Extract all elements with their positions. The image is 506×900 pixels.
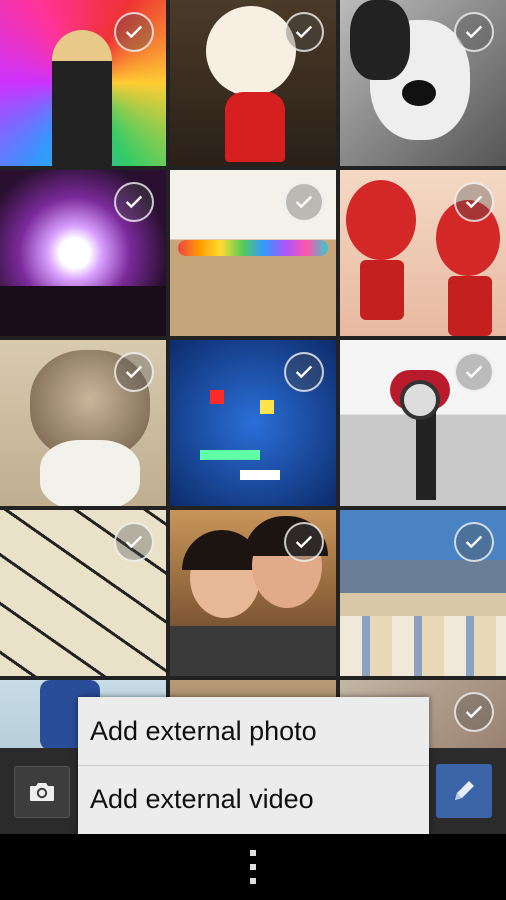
photo-tile[interactable] [340, 340, 506, 506]
select-check-icon[interactable] [114, 522, 154, 562]
add-external-video-item[interactable]: Add external video [78, 765, 429, 833]
photo-tile[interactable] [340, 170, 506, 336]
select-check-icon[interactable] [454, 692, 494, 732]
photo-tile[interactable] [170, 340, 336, 506]
add-external-photo-item[interactable]: Add external photo [78, 697, 429, 765]
overflow-menu-icon[interactable] [241, 850, 265, 884]
select-check-icon[interactable] [284, 182, 324, 222]
select-check-icon[interactable] [114, 352, 154, 392]
camera-icon [30, 783, 54, 801]
select-check-icon[interactable] [454, 522, 494, 562]
photo-tile[interactable] [340, 0, 506, 166]
select-check-icon[interactable] [284, 522, 324, 562]
overflow-dot [250, 864, 256, 870]
select-check-icon[interactable] [454, 182, 494, 222]
photo-grid [0, 0, 506, 748]
select-check-icon[interactable] [114, 182, 154, 222]
select-check-icon[interactable] [284, 12, 324, 52]
photo-tile[interactable] [170, 0, 336, 166]
photo-tile[interactable] [0, 0, 166, 166]
pencil-icon [455, 781, 474, 800]
photo-tile[interactable] [340, 510, 506, 676]
camera-button[interactable] [14, 766, 70, 818]
select-check-icon[interactable] [284, 352, 324, 392]
photo-tile[interactable] [170, 170, 336, 336]
photo-tile[interactable] [0, 510, 166, 676]
select-check-icon[interactable] [114, 12, 154, 52]
edit-button[interactable] [436, 764, 492, 818]
overflow-dot [250, 878, 256, 884]
photo-tile[interactable] [0, 170, 166, 336]
select-check-icon[interactable] [454, 12, 494, 52]
photo-tile[interactable] [170, 510, 336, 676]
select-check-icon[interactable] [454, 352, 494, 392]
overflow-popup-menu: Add external photo Add external video [78, 697, 429, 834]
overflow-dot [250, 850, 256, 856]
photo-tile[interactable] [0, 340, 166, 506]
